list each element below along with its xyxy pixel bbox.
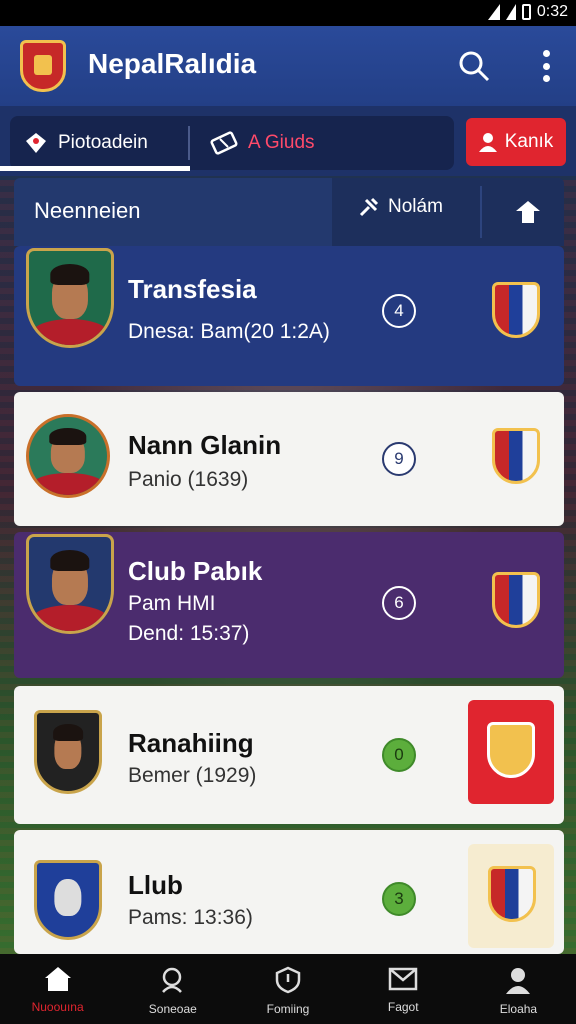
tab-label: Piotoadein <box>58 132 148 153</box>
tab-label: A Giuds <box>248 132 315 153</box>
card-title: Nann Glanin <box>128 430 282 460</box>
more-options-icon[interactable] <box>536 50 556 82</box>
club-avatar <box>34 710 102 794</box>
tab-piotoadein[interactable]: Piotoadein <box>10 116 188 170</box>
card-subtitle-2: Dend: 15:37) <box>128 622 250 645</box>
list-item[interactable]: Llub Pams: 13:36) 3 <box>14 830 564 954</box>
bottom-navigation: Nuoouına Soneoae Fomiing Fagot Eloaha <box>0 954 576 1024</box>
club-badge-box <box>468 844 554 948</box>
list-item[interactable]: Ranahiing Bemer (1929) 0 <box>14 686 564 824</box>
share-icon <box>516 201 540 223</box>
ticket-icon <box>210 131 238 155</box>
notice-button[interactable]: Nolám <box>358 196 443 218</box>
list-item[interactable]: Club Pabık Pam HMI Dend: 15:37) 6 <box>14 532 564 678</box>
wifi-icon <box>487 4 500 20</box>
player-avatar <box>26 248 114 348</box>
club-badge-box <box>468 700 554 804</box>
nav-fixtures[interactable]: Fomiing <box>230 954 345 1024</box>
count-badge: 4 <box>382 294 416 328</box>
card-title: Llub <box>128 870 183 900</box>
status-time: 0:32 <box>536 3 568 20</box>
section-header: Neenneien Nolám <box>14 178 564 246</box>
card-subtitle: Dnesa: Bam(20 1:2A) <box>128 320 330 343</box>
notice-button-label: Nolám <box>388 196 443 217</box>
kanik-button-label: Kanık <box>504 131 554 152</box>
user-icon <box>478 133 497 152</box>
nav-home[interactable]: Nuoouına <box>0 954 115 1024</box>
card-title: Transfesia <box>128 274 257 304</box>
player-avatar <box>26 534 114 634</box>
card-subtitle: Pam HMI <box>128 592 216 615</box>
card-subtitle: Bemer (1929) <box>128 764 257 787</box>
club-crest-icon <box>488 866 536 922</box>
club-crest-icon <box>492 428 540 484</box>
app-logo <box>20 40 66 92</box>
pin-icon <box>26 133 46 153</box>
mail-icon <box>388 967 418 991</box>
count-badge: 3 <box>382 882 416 916</box>
club-avatar <box>34 860 102 940</box>
nav-messages[interactable]: Fagot <box>346 954 461 1024</box>
card-subtitle: Panio (1639) <box>128 468 249 491</box>
search-icon <box>161 967 182 993</box>
app-title: NepalRalıdia <box>88 48 257 79</box>
battery-icon <box>521 4 531 20</box>
section-title: Neenneien <box>34 198 141 223</box>
user-icon <box>506 968 531 994</box>
search-icon[interactable] <box>458 50 490 82</box>
status-bar: 0:32 <box>0 0 576 26</box>
tab-giuds[interactable]: A Giuds <box>210 116 410 170</box>
nav-profile[interactable]: Eloaha <box>461 954 576 1024</box>
share-button[interactable] <box>492 178 564 246</box>
club-crest-icon <box>492 572 540 628</box>
card-subtitle: Pams: 13:36) <box>128 906 253 929</box>
list-item[interactable]: Nann Glanin Panio (1639) 9 <box>14 392 564 526</box>
active-tab-indicator <box>0 166 190 171</box>
count-badge: 0 <box>382 738 416 772</box>
home-icon <box>44 967 71 991</box>
count-badge: 9 <box>382 442 416 476</box>
player-avatar <box>26 414 110 498</box>
signal-icon <box>505 4 516 20</box>
club-crest-icon <box>492 282 540 338</box>
club-crest-icon <box>487 722 535 778</box>
list-item[interactable]: Transfesia Dnesa: Bam(20 1:2A) 4 <box>14 246 564 386</box>
app-bar: NepalRalıdia <box>0 26 576 106</box>
tools-icon <box>359 197 379 217</box>
card-title: Ranahiing <box>128 728 254 758</box>
shield-icon <box>275 966 301 994</box>
count-badge: 6 <box>382 586 416 620</box>
card-title: Club Pabık <box>128 556 263 586</box>
kanik-button[interactable]: Kanık <box>466 118 566 166</box>
nav-search[interactable]: Soneoae <box>115 954 230 1024</box>
